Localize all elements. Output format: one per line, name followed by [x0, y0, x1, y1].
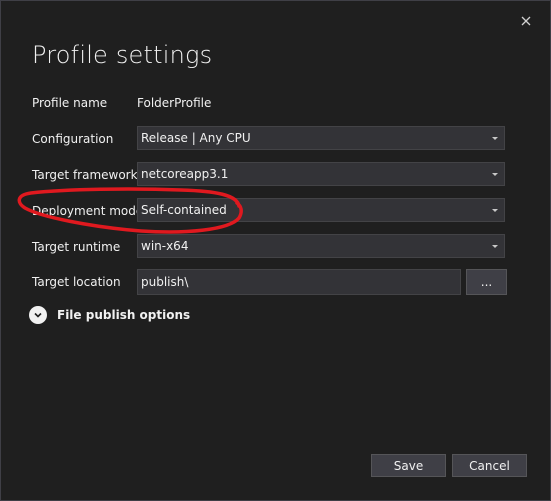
dropdown-arrow-icon — [492, 245, 498, 248]
deployment-mode-value: Self-contained — [141, 203, 227, 217]
profile-name-value: FolderProfile — [137, 96, 212, 110]
target-framework-dropdown[interactable]: netcoreapp3.1 — [137, 162, 505, 186]
dropdown-arrow-icon — [492, 209, 498, 212]
cancel-button[interactable]: Cancel — [452, 454, 527, 477]
close-icon — [521, 16, 531, 26]
target-runtime-label: Target runtime — [32, 240, 121, 254]
close-button[interactable] — [516, 11, 536, 31]
browse-button[interactable]: ... — [466, 269, 507, 295]
target-runtime-row: Target runtime win-x64 — [32, 234, 505, 260]
target-location-input[interactable] — [137, 269, 461, 295]
target-location-label: Target location — [32, 275, 121, 289]
dropdown-arrow-icon — [492, 137, 498, 140]
save-button[interactable]: Save — [371, 454, 446, 477]
configuration-value: Release | Any CPU — [141, 131, 251, 145]
target-runtime-value: win-x64 — [141, 239, 189, 253]
target-framework-row: Target framework netcoreapp3.1 — [32, 162, 505, 188]
target-runtime-dropdown[interactable]: win-x64 — [137, 234, 505, 258]
deployment-mode-row: Deployment mode Self-contained — [32, 198, 505, 224]
file-publish-options-label: File publish options — [57, 308, 191, 322]
configuration-row: Configuration Release | Any CPU — [32, 126, 505, 152]
target-framework-label: Target framework — [32, 168, 138, 182]
deployment-mode-label: Deployment mode — [32, 204, 144, 218]
dropdown-arrow-icon — [492, 173, 498, 176]
configuration-label: Configuration — [32, 132, 114, 146]
profile-settings-dialog: Profile settings Profile name FolderProf… — [0, 0, 551, 501]
configuration-dropdown[interactable]: Release | Any CPU — [137, 126, 505, 150]
dialog-title: Profile settings — [32, 41, 213, 69]
target-framework-value: netcoreapp3.1 — [141, 167, 229, 181]
chevron-down-icon — [29, 306, 47, 324]
target-location-row: Target location ... — [32, 269, 507, 295]
deployment-mode-dropdown[interactable]: Self-contained — [137, 198, 505, 222]
profile-name-label: Profile name — [32, 96, 108, 110]
file-publish-options-expander[interactable]: File publish options — [29, 306, 190, 324]
profile-name-row: Profile name FolderProfile — [32, 90, 505, 116]
